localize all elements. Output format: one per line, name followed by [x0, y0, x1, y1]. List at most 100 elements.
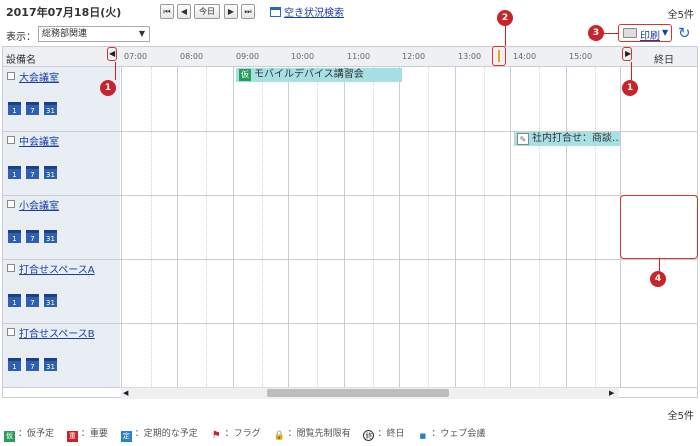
grid-line — [262, 67, 263, 387]
facility-checkbox[interactable] — [7, 200, 15, 208]
row-divider — [3, 259, 697, 260]
grid-line — [595, 67, 596, 387]
schedule-event[interactable]: 仮 モバイルデバイス講習会 — [236, 68, 402, 82]
recurring-icon: 定 — [120, 431, 132, 442]
icon-legend: 仮：仮予定 重：重要 定：定期的な予定 ⚑ ：フラグ 🔒 ：閲覧先制限有 終：終日 … — [4, 426, 495, 442]
hour-label: 10:00 — [291, 52, 315, 61]
grid-line — [539, 67, 540, 387]
total-count-bottom: 全5件 — [667, 411, 694, 422]
callout-connector — [631, 62, 632, 80]
grid-line — [510, 67, 511, 387]
event-title: 社内打合せ：商談… — [532, 133, 620, 144]
today-button[interactable]: 今日 — [194, 4, 220, 19]
legend-item: ■ ：ウェブ会議 — [417, 429, 486, 440]
day-view-icon[interactable]: 1 — [8, 102, 21, 115]
day-view-icon[interactable]: 1 — [8, 294, 21, 307]
allday-column-header: 終日 — [654, 55, 674, 66]
hour-label: 14:00 — [513, 52, 537, 61]
chevron-right-icon: ▶ — [625, 49, 632, 58]
week-view-icon[interactable]: 7 — [26, 294, 39, 307]
legend-item: ⚑ ：フラグ — [211, 429, 261, 441]
lock-icon: 🔒 — [273, 431, 285, 441]
grid-line — [455, 67, 456, 387]
callout-badge: 4 — [650, 271, 666, 287]
legend-item: 終：終日 — [363, 429, 405, 441]
month-view-icon[interactable]: 31 — [44, 294, 57, 307]
filter-selected-value: 総務部関連 — [42, 29, 88, 39]
first-page-button[interactable]: ⏮ — [160, 4, 174, 19]
callout-badge: 1 — [100, 80, 116, 96]
grid-line — [344, 67, 345, 387]
week-view-icon[interactable]: 7 — [26, 102, 39, 115]
grid-line — [177, 67, 178, 387]
grid-line — [288, 67, 289, 387]
scrollbar-thumb[interactable] — [267, 389, 449, 397]
facility-checkbox[interactable] — [7, 328, 15, 336]
grid-line — [373, 67, 374, 387]
hour-label: 08:00 — [180, 52, 204, 61]
facility-checkbox[interactable] — [7, 136, 15, 144]
facility-link[interactable]: 中会議室 — [19, 133, 59, 148]
current-time-marker — [492, 46, 506, 66]
legend-item: 定：定期的な予定 — [120, 429, 198, 442]
vacancy-search-link[interactable]: 空き状況検索 — [270, 4, 344, 19]
grid-line — [233, 67, 234, 387]
facility-link[interactable]: 打合せスペースB — [19, 325, 95, 340]
previous-day-button[interactable]: ◀ — [177, 4, 191, 19]
grid-line — [121, 67, 122, 387]
facility-link[interactable]: 打合せスペースA — [19, 261, 95, 276]
facility-link[interactable]: 大会議室 — [19, 69, 59, 84]
memo-icon: ✎ — [517, 133, 529, 145]
schedule-event[interactable]: ✎ 社内打合せ：商談… — [514, 132, 620, 146]
chevron-left-icon: ◀ — [109, 49, 116, 58]
facility-checkbox[interactable] — [7, 264, 15, 272]
hour-label: 09:00 — [236, 52, 260, 61]
scroll-right-icon[interactable]: ▶ — [609, 389, 614, 397]
facility-link[interactable]: 小会議室 — [19, 197, 59, 212]
callout-connector — [505, 24, 506, 46]
schedule-date-title: 2017年07月18日(火) — [6, 6, 122, 19]
facility-checkbox[interactable] — [7, 72, 15, 80]
callout-connector — [659, 259, 660, 271]
week-view-icon[interactable]: 7 — [26, 358, 39, 371]
chevron-down-icon: ▼ — [138, 29, 145, 38]
last-page-button[interactable]: ⏭ — [241, 4, 255, 19]
callout-connector — [115, 62, 116, 80]
next-day-button[interactable]: ▶ — [224, 4, 238, 19]
calendar-icon — [270, 7, 281, 17]
tentative-icon: 仮 — [4, 431, 15, 442]
scroll-left-icon[interactable]: ◀ — [123, 389, 128, 397]
legend-item: 🔒 ：閲覧先制限有 — [273, 429, 351, 441]
grid-line — [399, 67, 400, 387]
month-view-icon[interactable]: 31 — [44, 166, 57, 179]
filter-select[interactable]: 総務部関連 ▼ — [38, 26, 150, 42]
allday-icon: 終 — [363, 430, 375, 441]
day-view-icon[interactable]: 1 — [8, 166, 21, 179]
month-view-icon[interactable]: 31 — [44, 358, 57, 371]
week-view-icon[interactable]: 7 — [26, 230, 39, 243]
week-view-icon[interactable]: 7 — [26, 166, 39, 179]
print-label: 印刷 — [640, 31, 660, 42]
hour-label: 07:00 — [124, 52, 148, 61]
callout-badge: 2 — [497, 10, 513, 26]
day-view-icon[interactable]: 1 — [8, 230, 21, 243]
printer-icon — [623, 28, 637, 38]
grid-line — [206, 67, 207, 387]
grid-line — [317, 67, 318, 387]
month-view-icon[interactable]: 31 — [44, 230, 57, 243]
row-divider — [3, 195, 697, 196]
chevron-down-icon: ▼ — [662, 28, 669, 37]
legend-item: 重：重要 — [66, 429, 108, 442]
allday-cell-highlight — [620, 195, 698, 259]
grid-line — [566, 67, 567, 387]
hour-label: 11:00 — [347, 52, 371, 61]
grid-line — [484, 67, 485, 387]
video-conference-icon: ■ — [419, 432, 427, 440]
total-count-top: 全5件 — [667, 10, 694, 21]
day-view-icon[interactable]: 1 — [8, 358, 21, 371]
month-view-icon[interactable]: 31 — [44, 102, 57, 115]
filter-label: 表示： — [6, 32, 36, 43]
refresh-icon[interactable]: ↻ — [678, 24, 691, 42]
row-divider — [3, 323, 697, 324]
facility-column-header: 設備名 — [6, 55, 36, 66]
